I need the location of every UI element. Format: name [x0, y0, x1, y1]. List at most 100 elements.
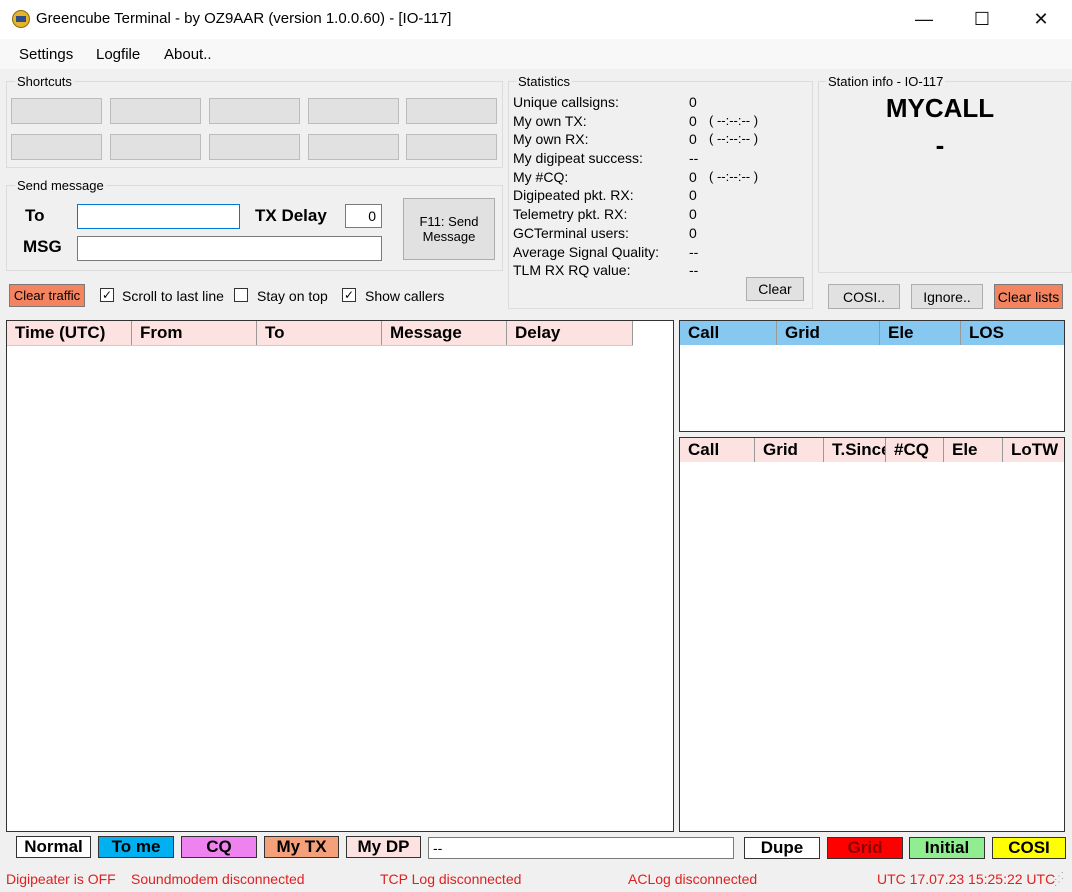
shortcut-button-2[interactable] — [110, 98, 201, 124]
stat-row: TLM RX RQ value: -- — [513, 261, 773, 280]
stat-row: GCTerminal users: 0 — [513, 224, 773, 243]
column-header-from[interactable]: From — [132, 321, 257, 345]
tx-delay-input[interactable]: 0 — [345, 204, 382, 228]
stay-on-top-label: Stay on top — [257, 288, 328, 304]
stat-label: My own TX: — [513, 112, 587, 129]
stat-label: Telemetry pkt. RX: — [513, 206, 628, 223]
legend-to-me: To me — [98, 836, 174, 858]
column-header-lotw[interactable]: LoTW — [1003, 438, 1064, 462]
legend-grid: Grid — [827, 837, 903, 859]
column-header-call[interactable]: Call — [680, 438, 755, 462]
shortcut-button-6[interactable] — [11, 134, 102, 160]
shortcuts-legend: Shortcuts — [15, 74, 74, 89]
clear-traffic-button[interactable]: Clear traffic — [9, 284, 85, 307]
window-title: Greencube Terminal - by OZ9AAR (version … — [36, 10, 452, 27]
column-header-to[interactable]: To — [257, 321, 382, 345]
tx-delay-label: TX Delay — [255, 206, 327, 225]
to-label: To — [25, 206, 45, 225]
maximize-button[interactable]: ☐ — [953, 0, 1011, 39]
stat-value: -- — [689, 262, 699, 279]
show-callers-checkbox[interactable]: ✓ — [342, 288, 356, 302]
legend-my-dp: My DP — [346, 836, 421, 858]
shortcut-button-1[interactable] — [11, 98, 102, 124]
shortcut-button-5[interactable] — [406, 98, 497, 124]
traffic-table-header: Time (UTC) From To Message Delay — [7, 321, 633, 346]
scroll-to-last-line-label: Scroll to last line — [122, 288, 224, 304]
traffic-table[interactable]: Time (UTC) From To Message Delay — [6, 320, 674, 832]
minimize-button[interactable]: — — [895, 0, 953, 39]
stat-label: TLM RX RQ value: — [513, 262, 631, 279]
to-input[interactable] — [77, 204, 240, 229]
menu-logfile[interactable]: Logfile — [96, 46, 140, 63]
column-header-cq-count[interactable]: #CQ — [886, 438, 944, 462]
shortcut-button-8[interactable] — [209, 134, 300, 160]
shortcut-button-10[interactable] — [406, 134, 497, 160]
scroll-to-last-line-checkbox[interactable]: ✓ — [100, 288, 114, 302]
statistics-clear-button[interactable]: Clear — [746, 277, 804, 301]
shortcut-button-9[interactable] — [308, 134, 399, 160]
calls-table[interactable]: Call Grid Ele LOS — [679, 320, 1065, 432]
stat-label: Digipeated pkt. RX: — [513, 187, 634, 204]
status-utc-clock: UTC 17.07.23 15:25:22 UTC — [877, 871, 1056, 887]
shortcut-button-3[interactable] — [209, 98, 300, 124]
station-info-legend: Station info - IO-117 — [826, 74, 946, 89]
column-header-grid[interactable]: Grid — [755, 438, 824, 462]
legend-cosi: COSI — [992, 837, 1066, 859]
clear-lists-button[interactable]: Clear lists — [994, 284, 1063, 309]
column-header-grid[interactable]: Grid — [777, 321, 880, 345]
shortcut-button-7[interactable] — [110, 134, 201, 160]
stat-label: My #CQ: — [513, 168, 569, 185]
stat-label: Unique callsigns: — [513, 94, 619, 110]
shortcut-button-4[interactable] — [308, 98, 399, 124]
stat-value: 0 — [689, 112, 697, 129]
station-grid: - — [935, 130, 945, 160]
stat-value: 0 — [689, 94, 697, 110]
column-header-message[interactable]: Message — [382, 321, 507, 345]
stat-extra: ( --:--:-- ) — [709, 168, 759, 184]
column-header-time-since[interactable]: T.Since — [824, 438, 886, 462]
legend-initial: Initial — [909, 837, 985, 859]
statistics-list: Unique callsigns: 0 My own TX: 0 ( --:--:--… — [513, 93, 773, 280]
column-header-time[interactable]: Time (UTC) — [7, 321, 132, 345]
stat-value: 0 — [689, 187, 697, 204]
stat-row: Average Signal Quality: -- — [513, 243, 773, 262]
msg-input[interactable] — [77, 236, 382, 261]
station-callsign: MYCALL — [885, 93, 995, 123]
stat-label: Average Signal Quality: — [513, 243, 660, 260]
stat-value: 0 — [689, 224, 697, 241]
stat-value: 0 — [689, 168, 697, 185]
stay-on-top-checkbox[interactable] — [234, 288, 248, 302]
stat-row: Digipeated pkt. RX: 0 — [513, 186, 773, 205]
column-header-ele[interactable]: Ele — [944, 438, 1003, 462]
stat-value: -- — [689, 243, 699, 260]
close-button[interactable]: ✕ — [1012, 0, 1070, 39]
legend-cq: CQ — [181, 836, 257, 858]
ignore-button[interactable]: Ignore.. — [911, 284, 983, 309]
resize-grip-icon[interactable]: ⋰ ⋰ — [1054, 872, 1066, 888]
menu-about[interactable]: About.. — [164, 46, 212, 63]
stat-row: My digipeat success: -- — [513, 149, 773, 168]
legend-my-tx: My TX — [264, 836, 339, 858]
column-header-delay[interactable]: Delay — [507, 321, 633, 345]
send-message-button[interactable]: F11: Send Message — [403, 198, 495, 260]
stat-label: My digipeat success: — [513, 150, 643, 167]
legend-normal: Normal — [16, 836, 91, 858]
status-soundmodem: Soundmodem disconnected — [131, 871, 305, 887]
callers-table[interactable]: Call Grid T.Since #CQ Ele LoTW — [679, 437, 1065, 832]
status-digipeater: Digipeater is OFF — [6, 871, 116, 887]
menu-bar — [0, 39, 1072, 69]
column-header-call[interactable]: Call — [680, 321, 777, 345]
column-header-ele[interactable]: Ele — [880, 321, 961, 345]
menu-settings[interactable]: Settings — [19, 46, 73, 63]
stat-label: My own RX: — [513, 131, 589, 148]
info-field: -- — [428, 837, 734, 859]
callers-table-header: Call Grid T.Since #CQ Ele LoTW — [680, 438, 1064, 462]
send-message-legend: Send message — [15, 178, 106, 193]
stat-label: GCTerminal users: — [513, 224, 629, 241]
stat-row: Unique callsigns: 0 — [513, 93, 773, 112]
cosi-button[interactable]: COSI.. — [828, 284, 900, 309]
status-tcp-log: TCP Log disconnected — [380, 871, 522, 887]
column-header-los[interactable]: LOS — [961, 321, 1064, 345]
status-aclog: ACLog disconnected — [628, 871, 758, 887]
stat-row: My #CQ: 0 ( --:--:-- ) — [513, 168, 773, 187]
